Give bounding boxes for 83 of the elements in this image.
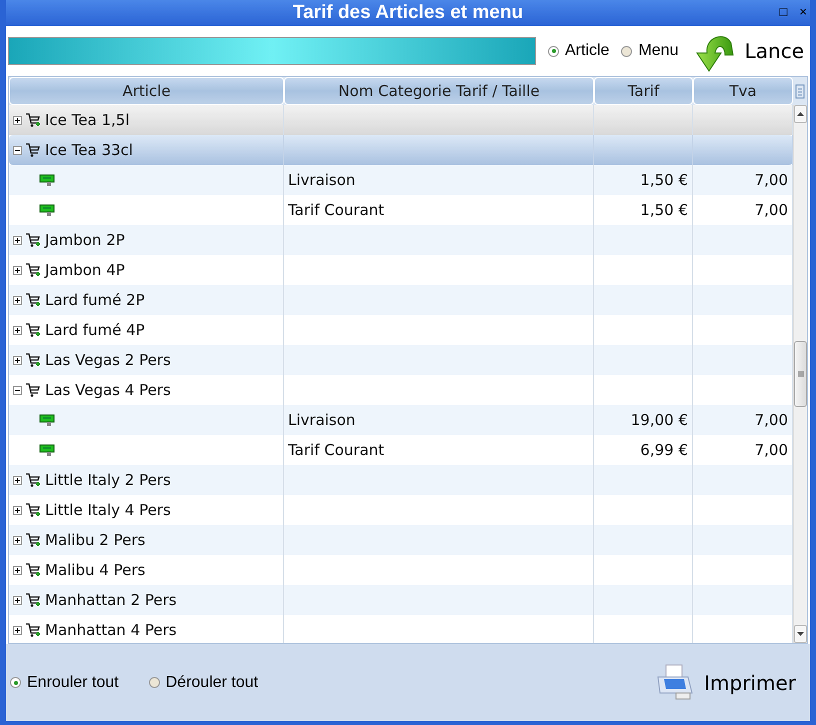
window-title: Tarif des Articles et menu [292, 2, 524, 24]
article-name: Ice Tea 1,5l [45, 111, 130, 129]
tree-row[interactable]: Lard fumé 2P [9, 285, 793, 315]
expander-icon[interactable] [13, 506, 22, 514]
cart-icon [25, 292, 41, 308]
tree-row[interactable]: Malibu 2 Pers [9, 525, 793, 555]
expander-icon[interactable] [13, 476, 22, 484]
scroll-thumb[interactable] [794, 341, 807, 407]
article-name: Little Italy 2 Pers [45, 471, 171, 489]
price-value: 6,99 € [640, 441, 688, 459]
price-value: 19,00 € [630, 411, 688, 429]
article-name: Malibu 4 Pers [45, 561, 146, 579]
cart-icon [25, 592, 41, 608]
category-name: Livraison [288, 171, 356, 189]
tree-row[interactable]: Las Vegas 2 Pers [9, 345, 793, 375]
expander-icon[interactable] [13, 386, 22, 394]
expander-icon[interactable] [13, 296, 22, 304]
tree-row[interactable]: Manhattan 2 Pers [9, 585, 793, 615]
vertical-scrollbar[interactable] [793, 105, 807, 643]
article-name: Little Italy 4 Pers [45, 501, 171, 519]
tree-row[interactable]: Little Italy 2 Pers [9, 465, 793, 495]
price-tag-icon [39, 444, 55, 456]
category-name: Tarif Courant [288, 201, 384, 219]
expander-icon[interactable] [13, 626, 22, 634]
tree-row[interactable]: Ice Tea 1,5l [9, 105, 793, 135]
cart-icon [25, 472, 41, 488]
vat-value: 7,00 [754, 171, 788, 189]
column-header[interactable]: Nom Categorie Tarif / Taille [284, 77, 594, 105]
cart-icon [25, 622, 41, 638]
vat-value: 7,00 [754, 201, 788, 219]
cart-icon [25, 322, 41, 338]
cart-icon [25, 232, 41, 248]
article-name: Jambon 2P [45, 231, 125, 249]
window-control[interactable]: × [796, 4, 810, 20]
column-header[interactable]: Article [9, 77, 284, 105]
column-header[interactable]: Tarif [594, 77, 693, 105]
article-name: Manhattan 4 Pers [45, 621, 177, 639]
category-name: Tarif Courant [288, 441, 384, 459]
scroll-up-icon[interactable] [794, 105, 807, 123]
article-name: Lard fumé 2P [45, 291, 145, 309]
expander-icon[interactable] [13, 356, 22, 364]
article-name: Lard fumé 4P [45, 321, 145, 339]
expander-icon[interactable] [13, 566, 22, 574]
expander-icon[interactable] [13, 596, 22, 604]
column-header[interactable]: Tva [693, 77, 793, 105]
article-name: Las Vegas 4 Pers [45, 381, 171, 399]
tree-option-radio[interactable]: Dérouler tout [148, 674, 258, 692]
expander-icon[interactable] [13, 266, 22, 274]
mode-radio[interactable]: Menu [621, 42, 678, 60]
cart-icon [25, 262, 41, 278]
article-name: Las Vegas 2 Pers [45, 351, 171, 369]
print-button[interactable]: Imprimer [654, 662, 806, 702]
price-tag-icon [39, 204, 55, 216]
vat-value: 7,00 [754, 411, 788, 429]
expander-icon[interactable] [13, 326, 22, 334]
expander-icon[interactable] [13, 116, 22, 124]
price-tag-icon [39, 414, 55, 426]
price-tag-icon [39, 174, 55, 186]
expander-icon[interactable] [13, 536, 22, 544]
cart-icon [25, 502, 41, 518]
tree-option-radio[interactable]: Enrouler tout [10, 674, 119, 692]
category-name: Livraison [288, 411, 356, 429]
run-button[interactable]: Lance [694, 29, 808, 73]
expander-icon[interactable] [13, 146, 22, 154]
tree-row[interactable]: Jambon 2P [9, 225, 793, 255]
expander-icon[interactable] [13, 236, 22, 244]
cart-icon [25, 112, 41, 128]
article-name: Malibu 2 Pers [45, 531, 146, 549]
cart-icon [25, 352, 41, 368]
article-name: Manhattan 2 Pers [45, 591, 177, 609]
cart-icon [25, 382, 41, 398]
cart-icon [25, 562, 41, 578]
cart-icon [25, 532, 41, 548]
scroll-down-icon[interactable] [794, 625, 807, 643]
vat-value: 7,00 [754, 441, 788, 459]
article-name: Jambon 4P [45, 261, 125, 279]
price-value: 1,50 € [640, 201, 688, 219]
mode-radio[interactable]: Article [548, 42, 610, 60]
article-name: Ice Tea 33cl [45, 141, 133, 159]
price-value: 1,50 € [640, 171, 688, 189]
window-control[interactable]: □ [776, 4, 790, 20]
cart-icon [25, 142, 41, 158]
tree-row[interactable]: Ice Tea 33cl [9, 135, 793, 165]
